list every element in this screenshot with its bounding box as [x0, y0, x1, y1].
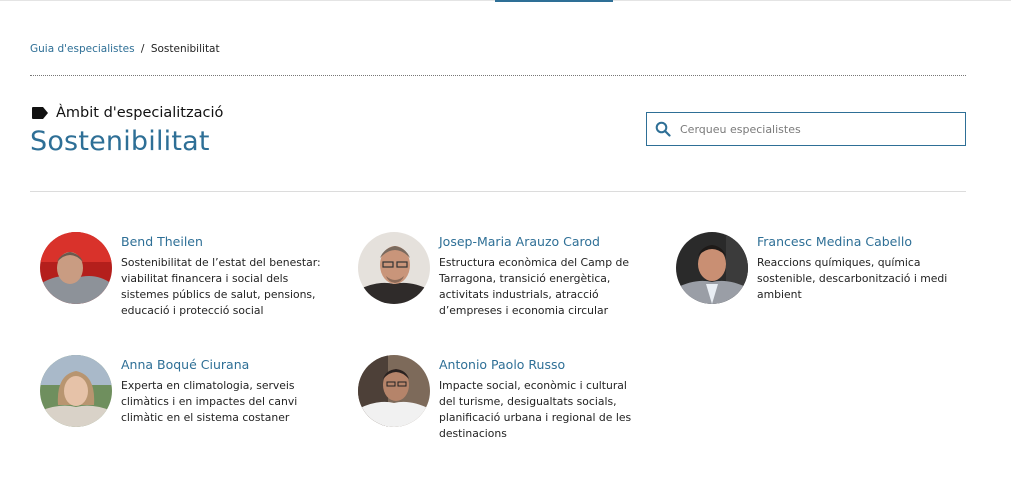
specialist-card: Francesc Medina Cabello Reaccions químiq… [676, 232, 957, 304]
breadcrumb-current: Sostenibilitat [150, 43, 220, 55]
page-title: Sostenibilitat [30, 126, 210, 157]
dotted-divider [30, 75, 966, 76]
section-label-text: Àmbit d'especialització [56, 105, 224, 121]
specialist-name-link[interactable]: Josep-Maria Arauzo Carod [439, 234, 639, 249]
tag-icon [31, 106, 49, 120]
breadcrumb-separator: / [140, 43, 145, 55]
section-label: Àmbit d'especialització [31, 105, 223, 121]
specialist-card: Anna Boqué Ciurana Experta en climatolog… [40, 355, 321, 427]
specialist-description: Experta en climatologia, serveis climàti… [121, 379, 298, 424]
search-box[interactable] [646, 112, 966, 146]
avatar-photo[interactable] [358, 355, 430, 427]
specialist-name-link[interactable]: Bend Theilen [121, 234, 321, 249]
active-nav-indicator [495, 0, 613, 2]
avatar-photo[interactable] [40, 355, 112, 427]
section-divider [30, 191, 966, 192]
specialist-name-link[interactable]: Francesc Medina Cabello [757, 234, 957, 249]
specialist-card: Bend Theilen Sostenibilitat de l’estat d… [40, 232, 321, 319]
avatar-photo[interactable] [676, 232, 748, 304]
specialist-name-link[interactable]: Anna Boqué Ciurana [121, 357, 321, 372]
specialist-card: Antonio Paolo Russo Impacte social, econ… [358, 355, 639, 442]
avatar-photo[interactable] [40, 232, 112, 304]
search-input[interactable] [680, 122, 950, 136]
breadcrumb-link-guide[interactable]: Guia d'especialistes [30, 43, 135, 55]
specialist-card: Josep-Maria Arauzo Carod Estructura econ… [358, 232, 639, 319]
search-icon[interactable] [655, 121, 671, 137]
specialist-description: Impacte social, econòmic i cultural del … [439, 379, 632, 440]
specialist-description: Sostenibilitat de l’estat del benestar: … [121, 256, 321, 317]
avatar-photo[interactable] [358, 232, 430, 304]
specialist-description: Estructura econòmica del Camp de Tarrago… [439, 256, 629, 317]
specialist-description: Reaccions químiques, química sostenible,… [757, 256, 948, 301]
breadcrumb: Guia d'especialistes / Sostenibilitat [30, 43, 220, 55]
specialist-name-link[interactable]: Antonio Paolo Russo [439, 357, 639, 372]
